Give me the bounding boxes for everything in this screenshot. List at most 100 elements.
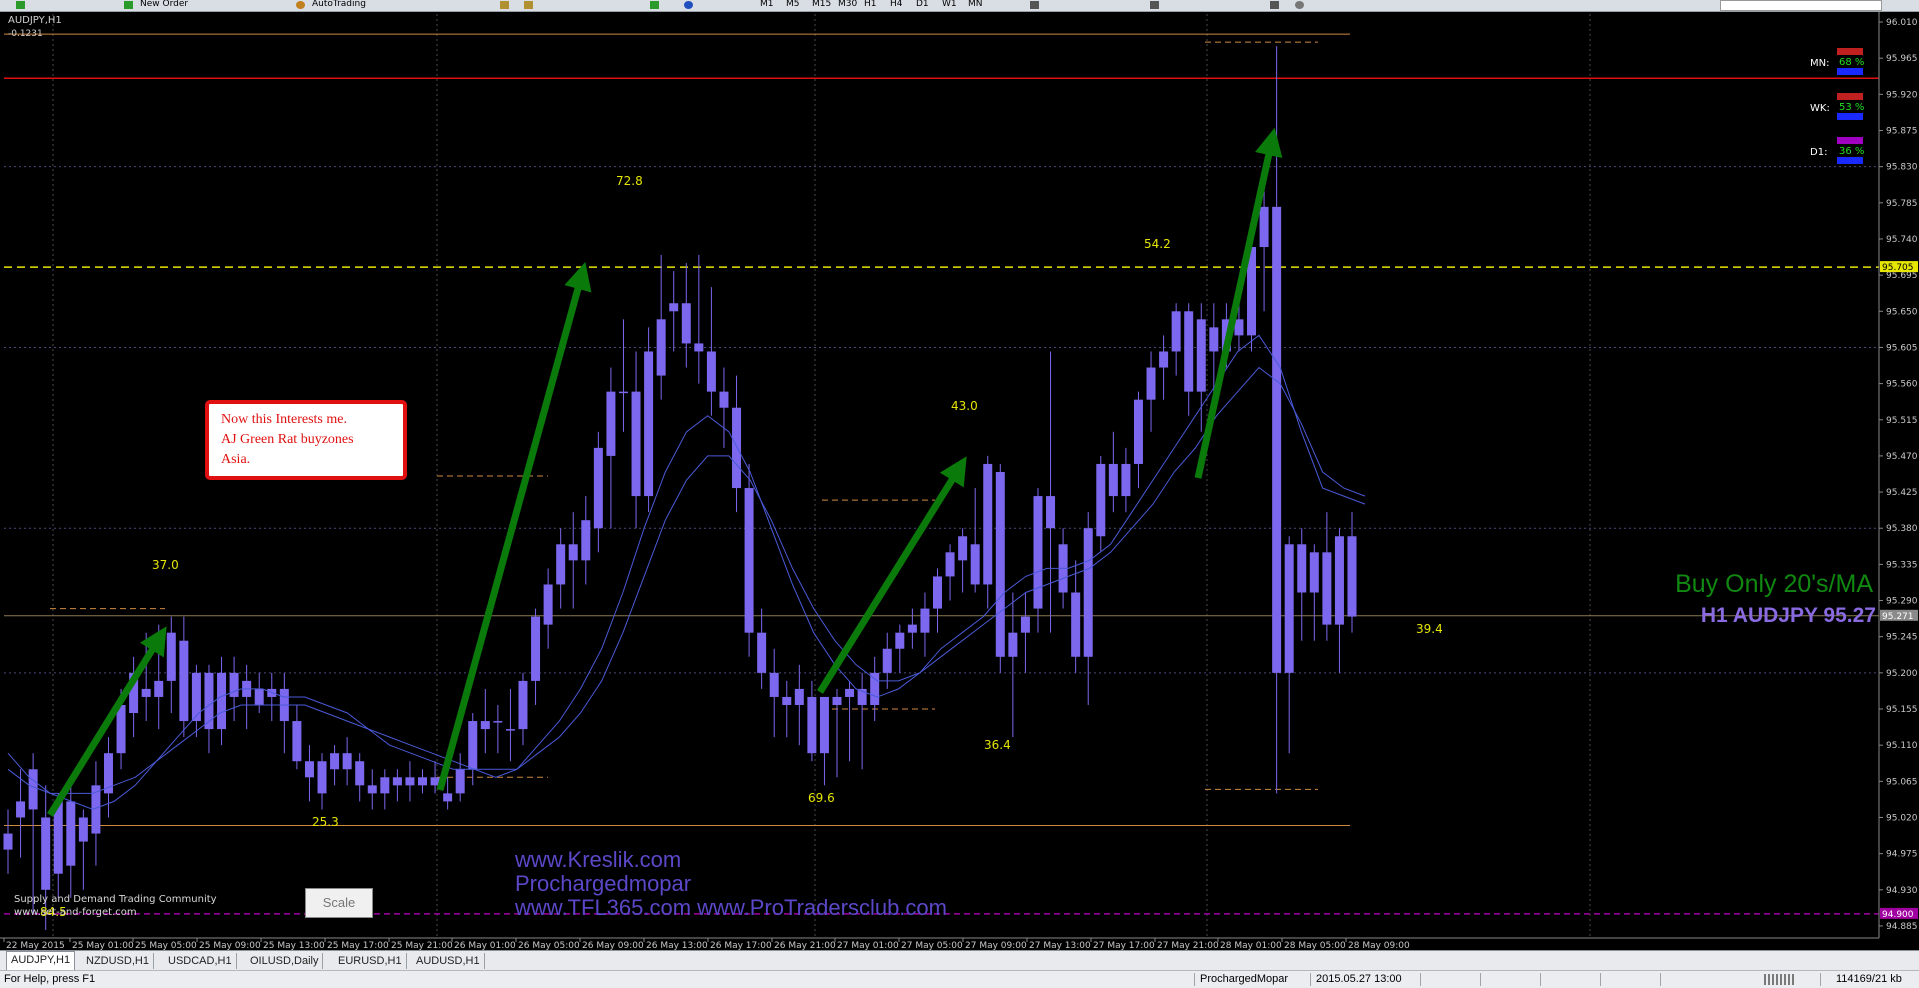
y-tick-label: 95.065 — [1886, 777, 1918, 787]
candle-body — [970, 544, 980, 585]
autotrading-button[interactable]: AutoTrading — [312, 0, 366, 10]
candle-body — [493, 721, 503, 723]
tab-audusd[interactable]: AUDUSD,H1 — [412, 953, 485, 969]
y-tick-label: 95.380 — [1886, 524, 1918, 534]
candle-body — [1020, 616, 1030, 633]
tab-oilusd[interactable]: OILUSD,Daily — [246, 953, 324, 969]
zoom-in-icon[interactable] — [500, 1, 509, 9]
price-tag: 95.705 — [1882, 263, 1914, 273]
strength-label: WK: — [1810, 103, 1830, 114]
strength-value: 68 % — [1839, 57, 1864, 68]
candle-body — [254, 688, 264, 705]
note-line-1: Now this Interests me. — [221, 412, 347, 427]
annotation-note: Now this Interests me. AJ Green Rat buyz… — [205, 400, 407, 480]
candle-body — [694, 343, 704, 352]
x-tick-label: 26 May 01:00 — [454, 941, 516, 950]
timeframe-h1[interactable]: H1 — [864, 0, 877, 10]
x-tick-label: 28 May 09:00 — [1348, 941, 1410, 950]
candle-body — [1008, 632, 1018, 657]
price-chart[interactable]: 96.010 95.965 95.920 95.875 95.830 95.785 95.7… — [0, 12, 1919, 950]
timeframe-m1[interactable]: M1 — [760, 0, 774, 10]
chart-tabs: AUDJPY,H1 NZDUSD,H1 USDCAD,H1 OILUSD,Dai… — [0, 950, 1919, 971]
y-tick-label: 95.290 — [1886, 597, 1918, 607]
candle-body — [932, 576, 942, 609]
candle-body — [845, 688, 855, 697]
candle-body — [217, 672, 227, 730]
tab-audjpy[interactable]: AUDJPY,H1 — [6, 951, 76, 970]
cursor-icon[interactable] — [1030, 1, 1039, 9]
search-input[interactable] — [1720, 0, 1882, 11]
move-label: 72.8 — [616, 174, 643, 188]
buy-only-text: Buy Only 20's/MA — [1675, 570, 1873, 598]
indicator-value: -0.1231 — [8, 29, 43, 39]
move-label: 39.4 — [1416, 622, 1443, 636]
x-tick-label: 26 May 21:00 — [774, 941, 836, 950]
chart-canvas[interactable]: 96.010 95.965 95.920 95.875 95.830 95.785 95.7… — [0, 12, 1919, 950]
symbol-label: AUDJPY,H1 — [8, 15, 62, 26]
help-text: For Help, press F1 — [4, 973, 96, 985]
plus-icon[interactable] — [16, 1, 25, 9]
candle-body — [468, 721, 478, 770]
candle-body — [1272, 206, 1282, 673]
strength-label: D1: — [1810, 147, 1827, 158]
profile-name: ProchargedMopar — [1200, 973, 1289, 985]
timeframe-d1[interactable]: D1 — [916, 0, 929, 10]
x-tick-label: 26 May 09:00 — [582, 941, 644, 950]
price-tag: 95.271 — [1882, 612, 1914, 622]
new-order-button[interactable]: New Order — [140, 0, 188, 10]
candle-body — [380, 777, 390, 794]
candle-body — [757, 632, 767, 673]
y-tick-label: 95.110 — [1886, 741, 1918, 751]
price-tag: 94.900 — [1882, 910, 1914, 920]
refresh-icon[interactable] — [684, 1, 693, 9]
timeframe-mn[interactable]: MN — [968, 0, 983, 10]
main-toolbar: New Order AutoTrading M1 M5 M15 M30 H1 H4 D1 W1… — [0, 0, 1919, 12]
price-banner-text: H1 AUDJPY 95.27 — [1701, 604, 1876, 627]
candle-body — [1046, 496, 1056, 529]
candle-body — [1322, 552, 1332, 625]
watermark-kreslik: www.Kreslik.com — [514, 847, 681, 872]
candle-body — [882, 648, 892, 673]
autotrading-icon[interactable] — [296, 1, 305, 9]
y-tick-label: 95.830 — [1886, 163, 1918, 173]
candle-body — [593, 447, 603, 529]
candle — [744, 463, 754, 657]
tab-usdcad[interactable]: USDCAD,H1 — [164, 953, 237, 969]
candle-body — [1297, 544, 1307, 593]
note-line-2: AJ Green Rat buyzones — [221, 432, 354, 447]
line-tool-icon[interactable] — [1150, 1, 1159, 9]
candle-body — [1209, 327, 1219, 352]
timeframe-w1[interactable]: W1 — [942, 0, 957, 10]
candle-body — [141, 688, 151, 697]
candle-body — [1096, 463, 1106, 537]
candle-body — [983, 463, 993, 585]
candle-body — [292, 721, 302, 762]
y-tick-label: 95.515 — [1886, 416, 1918, 426]
candle-body — [28, 769, 38, 810]
settings-icon[interactable] — [1295, 1, 1304, 9]
tab-nzdusd[interactable]: NZDUSD,H1 — [82, 953, 154, 969]
candle-body — [920, 608, 930, 633]
strength-bar-top — [1837, 93, 1863, 100]
y-tick-label: 95.335 — [1886, 560, 1918, 570]
candle-body — [1071, 592, 1081, 657]
y-tick-label: 95.245 — [1886, 633, 1918, 643]
candle-body — [1083, 528, 1093, 657]
new-order-icon[interactable] — [124, 1, 133, 9]
timeframe-m15[interactable]: M15 — [812, 0, 831, 10]
timeframe-m5[interactable]: M5 — [786, 0, 800, 10]
y-tick-label: 95.920 — [1886, 90, 1918, 100]
timeframe-h4[interactable]: H4 — [890, 0, 903, 10]
zoom-out-icon[interactable] — [524, 1, 533, 9]
candle-body — [1146, 367, 1156, 400]
traffic-counter: 114169/21 kb — [1836, 973, 1902, 985]
candle-body — [958, 536, 968, 561]
scale-button[interactable]: Scale — [305, 888, 373, 918]
text-tool-icon[interactable] — [1270, 1, 1279, 9]
candle-body — [16, 801, 26, 818]
y-tick-label: 94.885 — [1886, 922, 1918, 932]
strength-value: 53 % — [1839, 102, 1864, 113]
add-indicator-icon[interactable] — [650, 1, 659, 9]
tab-eurusd[interactable]: EURUSD,H1 — [334, 953, 407, 969]
timeframe-m30[interactable]: M30 — [838, 0, 857, 10]
